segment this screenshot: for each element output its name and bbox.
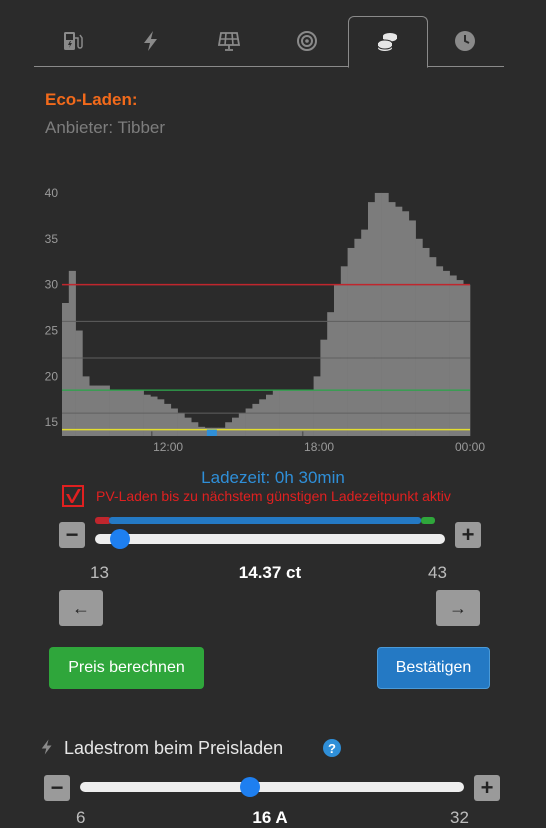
- eco-title: Eco-Laden:: [45, 90, 138, 109]
- tab-target[interactable]: [268, 16, 346, 66]
- ev-charger-icon: [64, 32, 83, 50]
- y-tick-label: 25: [45, 324, 59, 338]
- current-max: 32: [450, 808, 469, 827]
- x-tick-label: 12:00: [153, 440, 183, 454]
- price-range-bar: [95, 517, 435, 524]
- price-bar: [436, 266, 444, 436]
- price-bar: [327, 312, 335, 436]
- y-tick-label: 20: [45, 369, 59, 383]
- y-tick-label: 40: [45, 186, 59, 200]
- price-chart[interactable]: 40 35 30 25 20 15 12:00 18:00 00:00: [36, 170, 496, 460]
- price-bar: [96, 385, 104, 436]
- coins-icon: [377, 33, 398, 51]
- solar-panel-icon: [217, 32, 241, 51]
- current-slider[interactable]: [80, 777, 464, 797]
- price-slider-thumb[interactable]: [110, 529, 131, 549]
- price-bar: [184, 417, 192, 436]
- y-tick-label: 15: [45, 415, 59, 429]
- price-max: 43: [428, 563, 447, 582]
- charge-window-marker: [206, 429, 217, 436]
- confirm-button[interactable]: Bestätigen: [377, 647, 490, 689]
- price-bar: [354, 238, 362, 436]
- current-slider-thumb[interactable]: [240, 777, 261, 797]
- checkmark-icon: [66, 489, 81, 503]
- tab-solar[interactable]: [190, 16, 268, 66]
- price-bar: [361, 229, 369, 436]
- price-bar: [75, 330, 83, 436]
- price-bar: [402, 211, 410, 436]
- price-bar: [62, 303, 70, 436]
- next-button[interactable]: →: [436, 590, 480, 626]
- price-bar: [320, 339, 328, 436]
- price-bar: [374, 192, 382, 436]
- tab-price[interactable]: [348, 16, 428, 68]
- y-tick-label: 30: [45, 278, 59, 292]
- price-bar: [368, 202, 376, 436]
- x-tick-label: 00:00: [455, 440, 485, 454]
- calculate-price-button[interactable]: Preis berechnen: [49, 647, 204, 689]
- price-bar: [388, 202, 396, 436]
- price-bar: [422, 247, 430, 436]
- price-value: 14.37 ct: [238, 563, 302, 582]
- prev-button[interactable]: ←: [59, 590, 103, 626]
- price-bar: [68, 270, 76, 436]
- pv-label: PV-Laden bis zu nächstem günstigen Ladez…: [96, 488, 451, 504]
- price-bar: [232, 417, 240, 436]
- price-bar: [252, 403, 260, 436]
- price-bar: [381, 192, 389, 436]
- lightning-icon: [38, 737, 56, 762]
- price-bar: [82, 376, 90, 436]
- price-bar: [442, 270, 450, 436]
- y-tick-label: 35: [45, 232, 59, 246]
- clock-icon: [455, 31, 475, 51]
- price-bar: [408, 220, 416, 436]
- price-bar: [415, 238, 423, 436]
- price-bar: [164, 403, 172, 436]
- pv-option[interactable]: PV-Laden bis zu nächstem günstigen Ladez…: [62, 483, 451, 509]
- x-tick-label: 18:00: [304, 440, 334, 454]
- price-bar: [238, 413, 246, 436]
- provider-label: Anbieter: Tibber: [45, 118, 166, 137]
- current-minus-button[interactable]: −: [44, 775, 70, 801]
- price-bar: [102, 385, 110, 436]
- price-bar: [449, 275, 457, 436]
- price-bar: [89, 385, 97, 436]
- price-plus-button[interactable]: +: [455, 522, 481, 548]
- price-slider[interactable]: [95, 529, 445, 549]
- help-icon[interactable]: ?: [323, 739, 341, 757]
- price-bar: [347, 247, 355, 436]
- tab-schedule[interactable]: [426, 16, 504, 66]
- price-bar: [198, 426, 206, 436]
- price-bar: [340, 266, 348, 436]
- target-icon: [297, 31, 317, 51]
- price-minus-button[interactable]: −: [59, 522, 85, 548]
- price-bar: [177, 413, 185, 436]
- tab-ev-charger[interactable]: [34, 16, 112, 66]
- current-label: Ladestrom beim Preisladen: [64, 738, 284, 758]
- price-bar: [157, 399, 165, 436]
- price-bar: [259, 399, 267, 436]
- lightning-icon: [144, 31, 157, 51]
- price-bar: [313, 376, 321, 436]
- pv-checkbox[interactable]: [62, 485, 84, 507]
- current-plus-button[interactable]: +: [474, 775, 500, 801]
- tab-bar: [34, 16, 504, 68]
- tab-power[interactable]: [112, 16, 190, 66]
